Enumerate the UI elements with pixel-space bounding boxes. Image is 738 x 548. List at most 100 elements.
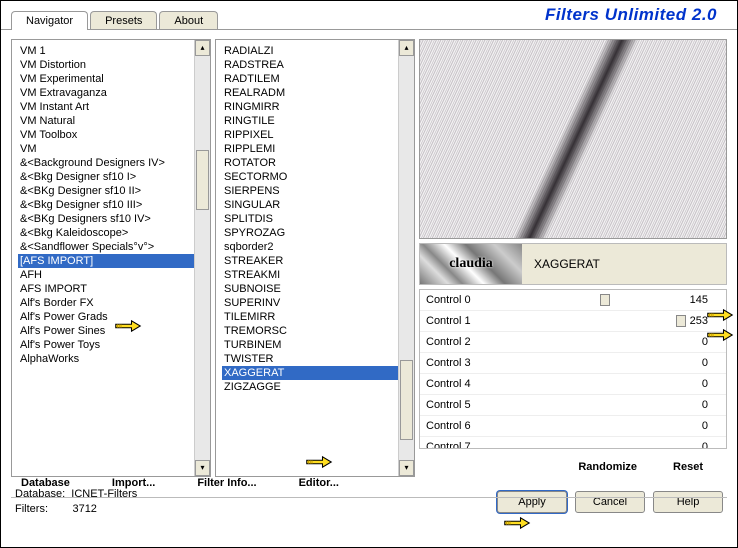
list-item[interactable]: &<Bkg Kaleidoscope>	[18, 226, 208, 240]
list-item[interactable]: TILEMIRR	[222, 310, 412, 324]
control-row[interactable]: Control 0145	[420, 290, 726, 311]
list-item[interactable]: SIERPENS	[222, 184, 412, 198]
list-item[interactable]: TWISTER	[222, 352, 412, 366]
list-item[interactable]: VM Distortion	[18, 58, 208, 72]
filter-list[interactable]: RADIALZIRADSTREARADTILEMREALRADMRINGMIRR…	[215, 39, 415, 477]
list-item[interactable]: &<BKg Designer sf10 II>	[18, 184, 208, 198]
control-row[interactable]: Control 30	[420, 353, 726, 374]
list-item[interactable]: AlphaWorks	[18, 352, 208, 366]
slider[interactable]	[496, 293, 678, 307]
randomize-button[interactable]: Randomize	[572, 459, 643, 475]
action-buttons: Apply Cancel Help	[497, 491, 723, 513]
list-item[interactable]: SPYROZAG	[222, 226, 412, 240]
list-item[interactable]: VM Experimental	[18, 72, 208, 86]
logo-text: claudia	[449, 256, 493, 272]
list-item[interactable]: &<Bkg Designer sf10 III>	[18, 198, 208, 212]
scrollbar[interactable]: ▴ ▾	[194, 40, 210, 476]
list-item[interactable]: &<BKg Designers sf10 IV>	[18, 212, 208, 226]
tab-navigator[interactable]: Navigator	[11, 11, 88, 30]
list-item[interactable]: &<Sandflower Specials°v°>	[18, 240, 208, 254]
list-item[interactable]: ZIGZAGGE	[222, 380, 412, 394]
scroll-thumb[interactable]	[400, 360, 413, 440]
list-item[interactable]: RADSTREA	[222, 58, 412, 72]
slider[interactable]	[496, 356, 678, 370]
list-item[interactable]: SUBNOISE	[222, 282, 412, 296]
control-value: 0	[678, 399, 708, 411]
list-item[interactable]: RADIALZI	[222, 44, 412, 58]
list-item[interactable]: &<Bkg Designer sf10 I>	[18, 170, 208, 184]
list-item[interactable]: RINGTILE	[222, 114, 412, 128]
control-value: 0	[678, 441, 708, 449]
list-item[interactable]: STREAKMI	[222, 268, 412, 282]
slider[interactable]	[496, 377, 678, 391]
control-row[interactable]: Control 7 0	[420, 437, 726, 449]
list-item[interactable]: TURBINEM	[222, 338, 412, 352]
control-row[interactable]: Control 50	[420, 395, 726, 416]
list-item[interactable]: VM Toolbox	[18, 128, 208, 142]
control-row[interactable]: Control 1253	[420, 311, 726, 332]
list-item[interactable]: AFS IMPORT	[18, 282, 208, 296]
slider-thumb[interactable]	[600, 294, 610, 306]
list-item[interactable]: SECTORMO	[222, 170, 412, 184]
list-item[interactable]: VM Extravaganza	[18, 86, 208, 100]
control-label: Control 4	[426, 378, 496, 390]
list-item[interactable]: RIPPIXEL	[222, 128, 412, 142]
slider-thumb[interactable]	[676, 315, 686, 327]
list-item[interactable]: Alf's Power Sines	[18, 324, 208, 338]
list-item[interactable]: RADTILEM	[222, 72, 412, 86]
control-label: Control 6	[426, 420, 496, 432]
list-item[interactable]: &<Background Designers IV>	[18, 156, 208, 170]
list-item[interactable]: RIPPLEMI	[222, 142, 412, 156]
list-item[interactable]: VM Instant Art	[18, 100, 208, 114]
list-item[interactable]: TREMORSC	[222, 324, 412, 338]
list-item[interactable]: VM Natural	[18, 114, 208, 128]
scroll-thumb[interactable]	[196, 150, 209, 210]
help-button[interactable]: Help	[653, 491, 723, 513]
slider[interactable]	[496, 314, 678, 328]
list-item[interactable]: [AFS IMPORT]	[18, 254, 208, 268]
list-item[interactable]: sqborder2	[222, 240, 412, 254]
slider[interactable]	[496, 419, 678, 433]
tab-presets[interactable]: Presets	[90, 11, 157, 30]
list-item[interactable]: Alf's Border FX	[18, 296, 208, 310]
main-area: VM 1VM DistortionVM ExperimentalVM Extra…	[1, 31, 737, 481]
list-item[interactable]: REALRADM	[222, 86, 412, 100]
list-item[interactable]: Alf's Power Toys	[18, 338, 208, 352]
editor-button[interactable]: Editor...	[293, 475, 345, 491]
database-button[interactable]: Database	[15, 475, 76, 491]
list-item[interactable]: Alf's Power Grads	[18, 310, 208, 324]
category-list[interactable]: VM 1VM DistortionVM ExperimentalVM Extra…	[11, 39, 211, 477]
slider[interactable]	[496, 398, 678, 412]
scroll-up[interactable]: ▴	[399, 40, 414, 56]
control-value: 0	[678, 336, 708, 348]
list-item[interactable]: SINGULAR	[222, 198, 412, 212]
slider[interactable]	[496, 335, 678, 349]
tab-divider	[1, 29, 737, 30]
filters-value: 3712	[72, 503, 96, 515]
control-row[interactable]: Control 40	[420, 374, 726, 395]
list-item[interactable]: VM 1	[18, 44, 208, 58]
scroll-up[interactable]: ▴	[195, 40, 210, 56]
import-button[interactable]: Import...	[106, 475, 161, 491]
control-label: Control 7	[426, 441, 496, 449]
control-row[interactable]: Control 20	[420, 332, 726, 353]
list-item[interactable]: SPLITDIS	[222, 212, 412, 226]
list-item[interactable]: AFH	[18, 268, 208, 282]
reset-button[interactable]: Reset	[667, 459, 709, 475]
tab-about[interactable]: About	[159, 11, 218, 30]
control-row[interactable]: Control 60	[420, 416, 726, 437]
control-buttons: Randomize Reset	[419, 453, 727, 477]
cancel-button[interactable]: Cancel	[575, 491, 645, 513]
list-item[interactable]: VM	[18, 142, 208, 156]
control-label: Control 0	[426, 294, 496, 306]
filterinfo-button[interactable]: Filter Info...	[191, 475, 262, 491]
list-item[interactable]: RINGMIRR	[222, 100, 412, 114]
list-item[interactable]: SUPERINV	[222, 296, 412, 310]
slider[interactable]	[496, 440, 678, 449]
list-item[interactable]: STREAKER	[222, 254, 412, 268]
filter-header: claudia XAGGERAT	[419, 243, 727, 285]
list-item[interactable]: XAGGERAT	[222, 366, 412, 380]
scrollbar[interactable]: ▴ ▾	[398, 40, 414, 476]
list-item[interactable]: ROTATOR	[222, 156, 412, 170]
apply-button[interactable]: Apply	[497, 491, 567, 513]
